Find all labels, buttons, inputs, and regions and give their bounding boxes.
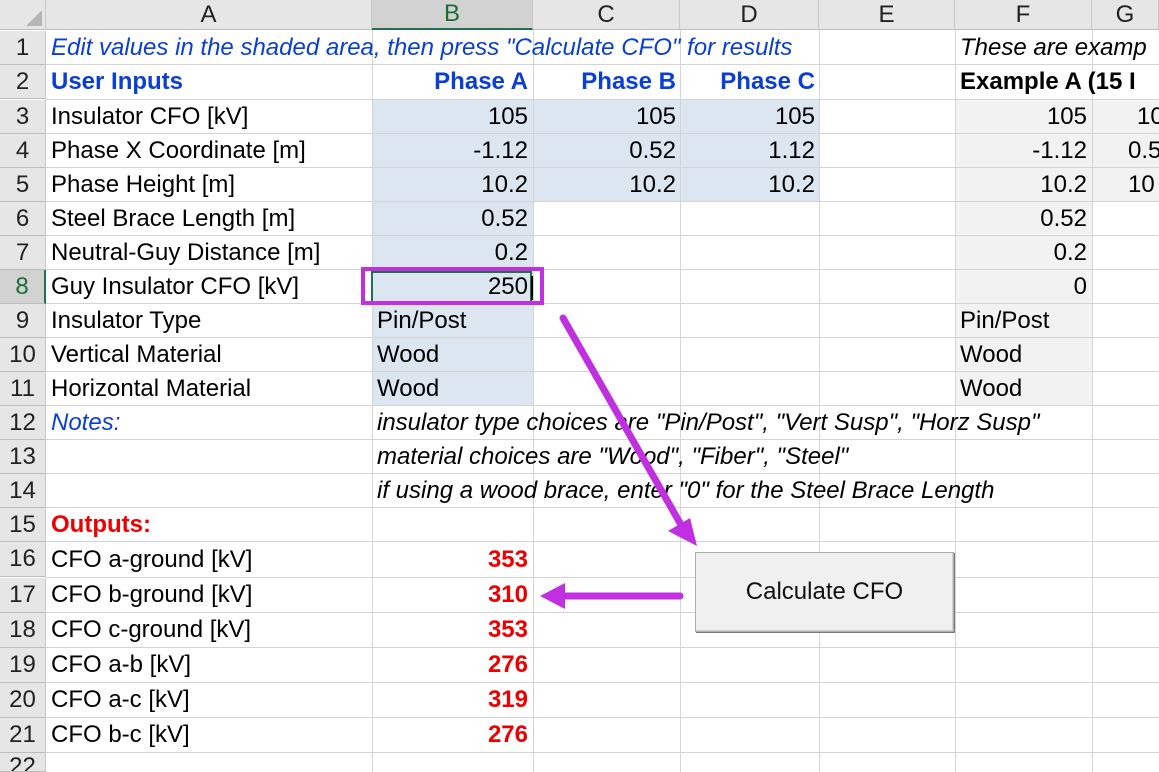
cell-d4[interactable]: 1.12 — [680, 134, 815, 168]
column-header-d[interactable]: D — [680, 0, 819, 30]
cell-g5[interactable]: 10 — [1128, 168, 1159, 202]
cell-f3[interactable]: 105 — [955, 100, 1087, 134]
label-cfo-c-ground[interactable]: CFO c-ground [kV] — [51, 613, 251, 647]
label-horizontal-material[interactable]: Horizontal Material — [51, 372, 251, 406]
example-note[interactable]: These are examp — [960, 31, 1159, 65]
row-header-5[interactable]: 5 — [0, 168, 46, 202]
column-header-e[interactable]: E — [819, 0, 955, 30]
row-header-2[interactable]: 2 — [0, 65, 46, 99]
output-cfo-b-ground[interactable]: 310 — [372, 578, 528, 612]
output-cfo-a-ground[interactable]: 353 — [372, 543, 528, 577]
label-cfo-b-ground[interactable]: CFO b-ground [kV] — [51, 578, 252, 612]
column-header-b[interactable]: B — [372, 0, 533, 30]
cell-b10[interactable]: Wood — [377, 338, 439, 372]
label-phase-x[interactable]: Phase X Coordinate [m] — [51, 134, 306, 168]
phase-b-header[interactable]: Phase B — [533, 65, 676, 99]
note-line-2[interactable]: material choices are "Wood", "Fiber", "S… — [377, 440, 848, 474]
label-steel-brace[interactable]: Steel Brace Length [m] — [51, 202, 295, 236]
highlight-box — [361, 267, 544, 305]
cell-f8[interactable]: 0 — [955, 270, 1087, 304]
row-header-19[interactable]: 19 — [0, 648, 46, 683]
cell-f6[interactable]: 0.52 — [955, 202, 1087, 236]
row-header-1[interactable]: 1 — [0, 31, 46, 65]
label-insulator-type[interactable]: Insulator Type — [51, 304, 201, 338]
select-all-corner[interactable] — [0, 0, 46, 30]
user-inputs-heading[interactable]: User Inputs — [51, 65, 183, 99]
instruction-text[interactable]: Edit values in the shaded area, then pre… — [51, 31, 792, 65]
cell-f7[interactable]: 0.2 — [955, 236, 1087, 270]
label-phase-height[interactable]: Phase Height [m] — [51, 168, 235, 202]
row-header-22[interactable]: 22 — [0, 753, 46, 772]
row-header-17[interactable]: 17 — [0, 578, 46, 613]
row-header-20[interactable]: 20 — [0, 683, 46, 718]
row-header-15[interactable]: 15 — [0, 508, 46, 542]
column-header-a[interactable]: A — [46, 0, 372, 30]
row-header-6[interactable]: 6 — [0, 202, 46, 236]
row-header-16[interactable]: 16 — [0, 542, 46, 577]
cell-c4[interactable]: 0.52 — [533, 134, 676, 168]
row-header-13[interactable]: 13 — [0, 440, 46, 474]
cell-b7[interactable]: 0.2 — [372, 236, 528, 270]
column-header-c[interactable]: C — [533, 0, 680, 30]
calculate-cfo-button[interactable]: Calculate CFO — [695, 552, 954, 632]
column-header-g[interactable]: G — [1092, 0, 1159, 30]
outputs-heading[interactable]: Outputs: — [51, 508, 151, 542]
cell-b5[interactable]: 10.2 — [372, 168, 528, 202]
cell-g4[interactable]: 0.5 — [1128, 134, 1159, 168]
output-cfo-a-c[interactable]: 319 — [372, 683, 528, 717]
label-cfo-a-ground[interactable]: CFO a-ground [kV] — [51, 543, 252, 577]
row-header-14[interactable]: 14 — [0, 474, 46, 508]
row-header-12[interactable]: 12 — [0, 406, 46, 440]
label-insulator-cfo[interactable]: Insulator CFO [kV] — [51, 100, 248, 134]
cell-f11[interactable]: Wood — [960, 372, 1022, 406]
output-cfo-b-c[interactable]: 276 — [372, 718, 528, 752]
label-cfo-a-b[interactable]: CFO a-b [kV] — [51, 648, 191, 682]
label-cfo-a-c[interactable]: CFO a-c [kV] — [51, 683, 190, 717]
cell-d3[interactable]: 105 — [680, 100, 815, 134]
label-cfo-b-c[interactable]: CFO b-c [kV] — [51, 718, 190, 752]
cell-b6[interactable]: 0.52 — [372, 202, 528, 236]
example-a-header[interactable]: Example A (15 I — [960, 65, 1159, 99]
cell-b9[interactable]: Pin/Post — [377, 304, 466, 338]
row-header-10[interactable]: 10 — [0, 338, 46, 372]
cell-f4[interactable]: -1.12 — [955, 134, 1087, 168]
row-header-7[interactable]: 7 — [0, 236, 46, 270]
row-header-3[interactable]: 3 — [0, 100, 46, 134]
output-cfo-a-b[interactable]: 276 — [372, 648, 528, 682]
row-header-4[interactable]: 4 — [0, 134, 46, 168]
cell-f5[interactable]: 10.2 — [955, 168, 1087, 202]
row-header-18[interactable]: 18 — [0, 613, 46, 648]
cell-f9[interactable]: Pin/Post — [960, 304, 1049, 338]
column-header-f[interactable]: F — [955, 0, 1092, 30]
phase-a-header[interactable]: Phase A — [372, 65, 528, 99]
cell-c5[interactable]: 10.2 — [533, 168, 676, 202]
row-header-11[interactable]: 11 — [0, 372, 46, 406]
cell-c3[interactable]: 105 — [533, 100, 676, 134]
cell-g3[interactable]: 10 — [1137, 100, 1159, 134]
phase-c-header[interactable]: Phase C — [680, 65, 815, 99]
cell-b3[interactable]: 105 — [372, 100, 528, 134]
cell-f10[interactable]: Wood — [960, 338, 1022, 372]
note-line-3[interactable]: if using a wood brace, enter "0" for the… — [377, 474, 994, 508]
label-guy-insulator[interactable]: Guy Insulator CFO [kV] — [51, 270, 299, 304]
row-header-9[interactable]: 9 — [0, 304, 46, 338]
row-header-21[interactable]: 21 — [0, 718, 46, 753]
cell-b11[interactable]: Wood — [377, 372, 439, 406]
output-cfo-c-ground[interactable]: 353 — [372, 613, 528, 647]
cell-b4[interactable]: -1.12 — [372, 134, 528, 168]
row-header-8[interactable]: 8 — [0, 270, 46, 304]
arrow-to-output — [540, 583, 684, 609]
cell-d5[interactable]: 10.2 — [680, 168, 815, 202]
note-line-1[interactable]: insulator type choices are "Pin/Post", "… — [377, 406, 1040, 440]
label-vertical-material[interactable]: Vertical Material — [51, 338, 222, 372]
notes-heading[interactable]: Notes: — [51, 406, 120, 440]
label-neutral-guy[interactable]: Neutral-Guy Distance [m] — [51, 236, 320, 270]
